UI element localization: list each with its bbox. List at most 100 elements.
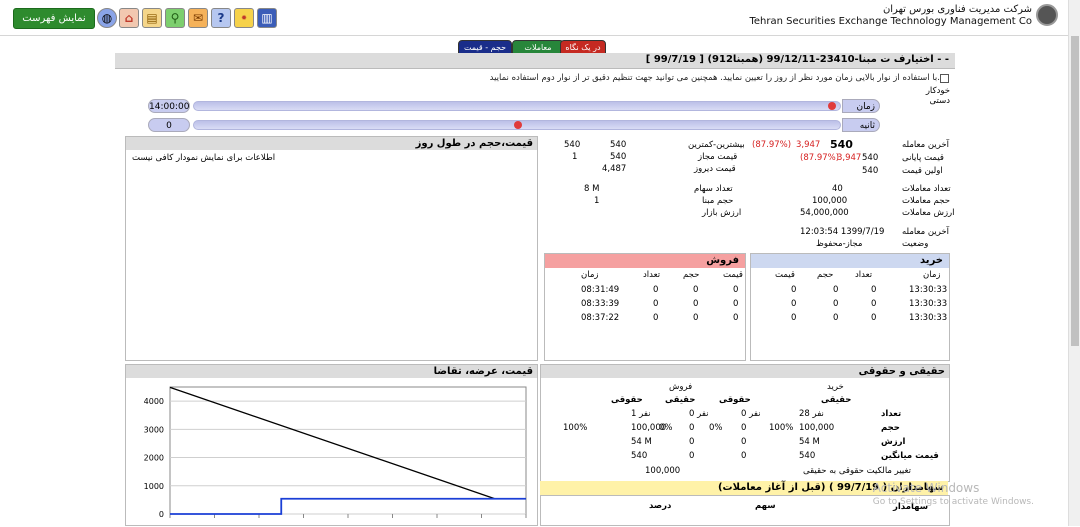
company-logo	[1036, 4, 1058, 26]
buy-cell: 0	[833, 285, 839, 295]
legal-real-cell: 0 نفر	[741, 409, 761, 419]
auto-label: خودکار	[925, 86, 950, 96]
sell-cell: 0	[733, 299, 739, 309]
y-tick-label: 1000	[144, 482, 164, 491]
table-icon[interactable]: ▤	[142, 8, 162, 28]
value-label: ارزش معاملات	[902, 208, 955, 218]
replay-description: با استفاده از نوار بالایی زمان مورد نظر …	[489, 73, 940, 83]
company-name-fa: شرکت مدیریت فناوری بورس تهران	[882, 4, 1032, 15]
legal-real-cell: 54 M	[631, 437, 652, 447]
buy-cell: 0	[791, 313, 797, 323]
legal-real-cell: 100,000	[631, 423, 667, 433]
time-value: 14:00:00	[148, 99, 190, 113]
close-pct: (87.97%)	[800, 153, 840, 163]
close-label: قیمت پایانی	[902, 153, 944, 163]
buy-real-header: حقیقی	[821, 395, 852, 405]
buy-cell: 0	[791, 299, 797, 309]
value-value: 54,000,000	[800, 208, 849, 218]
tab-trades[interactable]: معاملات	[512, 40, 564, 54]
last-trade-value: 540	[830, 138, 853, 151]
legal-real-cell: 540	[799, 451, 816, 461]
sell-legal-header: حقوقی	[611, 395, 643, 405]
globe-icon[interactable]: ◍	[97, 8, 117, 28]
buy-legal-header: حقوقی	[719, 395, 751, 405]
manual-label: دستی	[929, 96, 950, 106]
second-slider[interactable]	[193, 120, 841, 130]
sell-orders-panel: فروش قیمت حجم تعداد زمان 0 0 0 08:31:49 0 0 0 08:33…	[544, 253, 746, 361]
time-slider[interactable]	[193, 101, 841, 111]
last-trade-change: 3,947	[796, 140, 821, 150]
help-icon[interactable]: ?	[211, 8, 231, 28]
buy-cell: 13:30:33	[909, 285, 948, 295]
instrument-title: اختیارف ت مبنا-23410-99/12/11 (همبنا912)…	[645, 54, 949, 65]
legal-real-cell: 100,000	[799, 423, 835, 433]
yesterday-label: قیمت دیروز	[694, 164, 736, 174]
y-tick-label: 0	[159, 510, 164, 519]
page-scrollbar[interactable]	[1068, 0, 1080, 526]
last-deal-label: آخرین معامله	[902, 227, 950, 237]
supply-demand-chart: 0 1000 2000 3000 4000	[144, 386, 527, 519]
legal-real-cell: 28 نفر	[799, 409, 824, 419]
buy-title: خرید	[751, 254, 949, 268]
allowed-high: 540	[610, 152, 627, 162]
legal-real-title: حقیقی و حقوقی	[541, 365, 949, 378]
time-label: زمان	[842, 99, 880, 113]
base-volume-label: حجم مبنا	[702, 196, 734, 206]
buy-col-header: حجم	[817, 270, 834, 280]
high-value: 540	[610, 140, 627, 150]
legal-real-cell: 0	[741, 437, 747, 447]
market-value-label: ارزش بازار	[702, 208, 742, 218]
last-trade-pct: (87.97%)	[752, 140, 792, 150]
trades-count-label: تعداد معاملات	[902, 184, 951, 194]
instrument-title-bar: اختیارف ت مبنا-23410-99/12/11 (همبنا912)…	[115, 53, 955, 69]
intraday-title: قیمت،حجم در طول روز	[126, 137, 537, 150]
y-tick-label: 3000	[144, 425, 164, 434]
show-list-button[interactable]: نمایش فهرست	[13, 8, 95, 29]
buy-cell: 0	[871, 313, 877, 323]
status-label: وضعیت	[902, 239, 929, 249]
tab-at-a-glance[interactable]: در یک نگاه	[560, 40, 606, 54]
legal-real-cell: 0	[689, 437, 695, 447]
time-slider-handle[interactable]	[827, 102, 836, 110]
legal-real-cell: 0	[689, 423, 695, 433]
last-deal-value: 12:03:54 1399/7/19	[800, 227, 885, 237]
instrument-info-panel: آخرین معامله 540 3,947 (87.97%) قیمت پای…	[544, 136, 955, 250]
buy-cell: 0	[871, 285, 877, 295]
message-icon[interactable]: ✉	[188, 8, 208, 28]
second-value: 0	[148, 118, 190, 132]
auto-checkbox[interactable]	[940, 74, 949, 83]
intraday-chart-panel: قیمت،حجم در طول روز اطلاعات برای نمایش ن…	[125, 136, 538, 361]
high-low-label: بیشترین-کمترین	[688, 140, 745, 150]
shares-label: تعداد سهام	[694, 184, 733, 194]
second-slider-handle[interactable]	[514, 121, 522, 129]
tab-volume-price[interactable]: حجم - قیمت	[458, 40, 512, 54]
close-value: 540	[862, 153, 879, 163]
sell-col-header: تعداد	[643, 270, 661, 280]
report-icon[interactable]: ▥	[257, 8, 277, 28]
legal-real-sell-header: فروش	[669, 382, 693, 392]
buy-cell: 0	[791, 285, 797, 295]
scrollbar-thumb[interactable]	[1071, 36, 1079, 346]
shareholders-col-shares: سهم	[755, 501, 776, 511]
home-icon[interactable]: ⌂	[119, 8, 139, 28]
search-icon[interactable]: ⚲	[165, 8, 185, 28]
legal-real-cell: 54 M	[799, 437, 820, 447]
new-icon[interactable]: ✹	[234, 8, 254, 28]
buy-orders-panel: خرید زمان تعداد حجم قیمت 13:30:33 0 0 0 13:30:33…	[750, 253, 950, 361]
legal-real-buy-header: خرید	[827, 382, 844, 392]
buy-cell: 13:30:33	[909, 313, 948, 323]
shares-value: 8 M	[584, 184, 600, 194]
company-name-en: Tehran Securities Exchange Technology Ma…	[749, 16, 1032, 27]
sell-cell: 08:31:49	[581, 285, 620, 295]
close-change: 3,947	[837, 153, 862, 163]
sell-col-header: زمان	[581, 270, 599, 280]
legal-real-row-label: حجم	[881, 423, 900, 433]
buy-col-header: تعداد	[855, 270, 873, 280]
y-tick-label: 2000	[144, 454, 164, 463]
watermark-line1: Activate Windows	[872, 481, 980, 495]
first-price-value: 540	[862, 166, 879, 176]
sell-cell: 0	[733, 313, 739, 323]
sell-col-header: حجم	[683, 270, 700, 280]
activate-windows-watermark: Activate Windows Go to Settings to activ…	[873, 481, 1034, 509]
top-toolbar: نمایش فهرست ◍ ⌂ ▤ ⚲ ✉ ? ✹ ▥ شرکت مدیریت …	[0, 0, 1068, 36]
